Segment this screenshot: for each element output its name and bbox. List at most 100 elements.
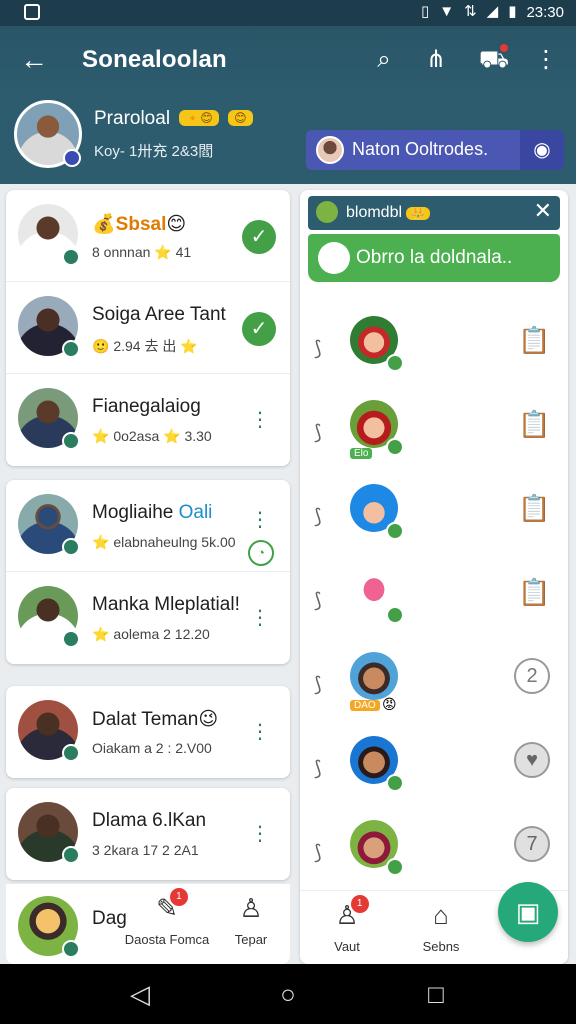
link-icon[interactable]: ⟆: [314, 336, 322, 361]
timer-icon[interactable]: ◔: [248, 540, 274, 566]
nav-label: Sebns: [422, 939, 460, 954]
check-icon[interactable]: ✓: [242, 220, 276, 254]
more-vert-icon[interactable]: ⋮: [250, 824, 270, 844]
member-row[interactable]: ⟆ DAO 😡 2: [300, 644, 568, 728]
member-row[interactable]: ⟆ Elo 📋: [300, 392, 568, 476]
link-icon[interactable]: ⟆: [314, 420, 322, 445]
member-tag: DAO: [350, 700, 380, 711]
person-icon: ♙ 1: [335, 895, 369, 931]
status-time: 23:30: [526, 3, 564, 21]
nav-label: Vaut: [334, 939, 360, 954]
more-vert-icon[interactable]: ⋮: [250, 722, 270, 742]
list-item[interactable]: Manka Mleplatial! ⭐ aolema 2 12.20 ⋮: [6, 572, 290, 664]
number-circle-icon[interactable]: 2: [514, 658, 550, 694]
nav-label: Tepar: [234, 932, 268, 947]
member-row[interactable]: ⟆ ♥: [300, 728, 568, 812]
list-item[interactable]: Dalat Teman😉 Oiakam a 2 : 2.V00 ⋮: [6, 686, 290, 778]
more-vert-icon[interactable]: ⋮: [250, 510, 270, 530]
list-item[interactable]: Dlama 6.lKan 3 2kara 17 2 2A1 ⋮: [6, 788, 290, 880]
profile-chip[interactable]: Naton Ooltrodes. ◉: [306, 130, 564, 170]
seven-circle-icon[interactable]: 7: [514, 826, 550, 862]
member-row[interactable]: ⟆ 📋: [300, 476, 568, 560]
online-dot: [62, 248, 80, 266]
online-dot: [62, 340, 80, 358]
nav-badge: 1: [169, 888, 188, 906]
new-message-button[interactable]: ▣: [498, 882, 558, 942]
home-nav-icon[interactable]: ○: [270, 976, 306, 1012]
nav-vaut[interactable]: ♙ 1 Vaut: [302, 895, 392, 954]
nav-label: Daosta Fomca: [124, 932, 210, 947]
avatar-status-icon: [63, 149, 81, 167]
online-dot: [62, 940, 80, 958]
check-icon[interactable]: ✓: [242, 312, 276, 346]
online-dot: [62, 630, 80, 648]
profile-avatar[interactable]: [14, 100, 82, 168]
link-icon[interactable]: ⟆: [314, 504, 322, 529]
cart-badge: [498, 42, 510, 54]
contact-card: Dalat Teman😉 Oiakam a 2 : 2.V00 ⋮: [6, 686, 290, 778]
nav-profile[interactable]: ♙ Tepar: [206, 892, 296, 947]
contact-card: Mogliaihe Oali ⭐ elabnaheulng 5k.00 ⋮ ◔ …: [6, 480, 290, 664]
profile-name-text: Praroloal: [94, 108, 171, 129]
clipboard-icon[interactable]: 📋: [518, 322, 550, 358]
recents-nav-icon[interactable]: □: [418, 976, 454, 1012]
online-dot: [62, 432, 80, 450]
avatar: [18, 388, 80, 450]
clipboard-icon[interactable]: 📋: [518, 406, 550, 442]
link-icon[interactable]: ⟆: [314, 672, 322, 697]
list-item[interactable]: 💰Sbsal😊 8 onnnan ⭐ 41 ✓: [6, 190, 290, 282]
contact-name: Mogliaihe Oali: [92, 502, 212, 524]
contact-card: 💰Sbsal😊 8 onnnan ⭐ 41 ✓ Soiga Aree Tant …: [6, 190, 290, 466]
clipboard-icon[interactable]: 📋: [518, 574, 550, 610]
group-title: blomdbl 👑: [346, 204, 430, 222]
online-dot: [386, 858, 404, 876]
name-suffix: 😊: [166, 214, 187, 235]
profile-name: Praroloal 🔸😊 😊: [94, 108, 253, 130]
avatar: [18, 802, 80, 864]
member-avatar: [350, 736, 404, 792]
vibrate-icon: ▯: [420, 3, 430, 20]
member-tag: Elo: [350, 448, 373, 459]
link-icon[interactable]: ⟆: [314, 588, 322, 613]
chip-avatar: [316, 136, 344, 164]
online-dot: [62, 744, 80, 762]
contact-sub: 🙂 2.94 去 出 ⭐: [92, 338, 198, 354]
member-row[interactable]: ⟆ 📋: [300, 308, 568, 392]
clipboard-icon[interactable]: 📋: [518, 490, 550, 526]
avatar: [18, 494, 80, 556]
member-avatar: [350, 400, 404, 456]
contact-name: Fianegalaiog: [92, 396, 201, 417]
share-icon[interactable]: ⋔: [418, 42, 454, 78]
search-icon[interactable]: ⌕: [366, 42, 402, 78]
avatar: [18, 204, 80, 266]
list-item[interactable]: Mogliaihe Oali ⭐ elabnaheulng 5k.00 ⋮ ◔: [6, 480, 290, 572]
back-nav-icon[interactable]: ◁: [122, 976, 158, 1012]
more-icon[interactable]: ⋮: [528, 42, 564, 78]
name-text: Sbsal: [115, 214, 167, 235]
heart-icon[interactable]: ♥: [514, 742, 550, 778]
member-avatar: [350, 484, 404, 540]
group-banner[interactable]: Obrro la doldnala..: [308, 234, 560, 282]
nav-sebns[interactable]: ⌂ Sebns: [396, 899, 486, 954]
battery-icon: ▮: [508, 3, 517, 20]
link-icon[interactable]: ⟆: [314, 840, 322, 865]
online-dot: [62, 846, 80, 864]
member-row[interactable]: ⟆ 📋: [300, 560, 568, 644]
chip-label: Naton Ooltrodes.: [352, 139, 489, 159]
nav-chats[interactable]: ✎ 1 Daosta Fomca: [122, 888, 212, 947]
list-item[interactable]: Fianegalaiog ⭐ 0o2asa ⭐ 3.30 ⋮: [6, 374, 290, 466]
group-panel: blomdbl 👑 ✕ Obrro la doldnala.. ⟆ 📋 ⟆ Elo…: [300, 190, 568, 964]
list-item[interactable]: Soiga Aree Tant 🙂 2.94 去 出 ⭐ ✓: [6, 282, 290, 374]
link-icon[interactable]: ⟆: [314, 756, 322, 781]
avatar: [18, 896, 80, 958]
cart-icon[interactable]: ⛟: [476, 42, 512, 78]
avatar: [18, 586, 80, 648]
more-vert-icon[interactable]: ⋮: [250, 608, 270, 628]
contact-name: 💰Sbsal😊: [92, 212, 186, 236]
camera-icon[interactable]: ◉: [520, 130, 564, 170]
back-arrow-icon[interactable]: ←: [16, 42, 52, 78]
system-nav-bar: ◁ ○ □: [0, 964, 576, 1024]
close-icon[interactable]: ✕: [534, 198, 552, 224]
more-vert-icon[interactable]: ⋮: [250, 410, 270, 430]
nav-badge: 1: [350, 895, 369, 913]
